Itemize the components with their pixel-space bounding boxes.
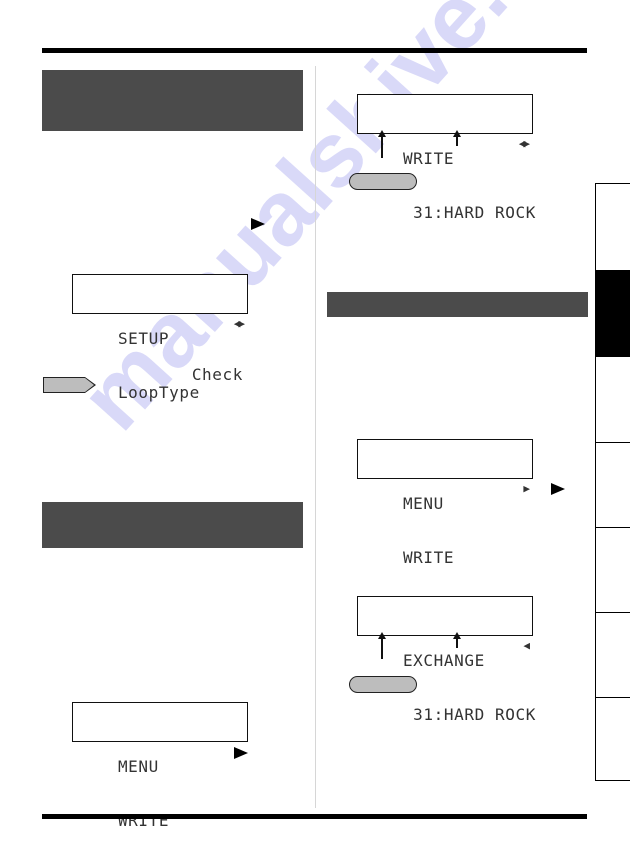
bottom-rule (42, 814, 587, 819)
lcd-write-display: WRITE ◀▶ 31:HARD ROCK (357, 94, 535, 222)
lcd-left-right-indicator-icon: ◀▶ (233, 317, 245, 330)
lcd-setup-line2-param: LoopType (117, 383, 200, 402)
lcd-menu-display-right: MENU ▶ WRITE (357, 439, 533, 567)
lcd-right-indicator-icon: ▶ (523, 482, 529, 495)
side-tab-2-active[interactable] (596, 270, 630, 357)
lcd-left-right-indicator-icon: ◀▶ (518, 137, 530, 150)
lcd-menu-line2: WRITE (402, 548, 455, 567)
arrow-up-icon (378, 130, 386, 158)
section-header-3 (327, 292, 588, 317)
note-pill (349, 676, 417, 693)
lcd-write-line1: WRITE (402, 149, 455, 168)
section-header-2 (42, 502, 303, 548)
side-index-tabs (595, 183, 630, 781)
lcd-menu-line1: MENU (117, 757, 159, 776)
side-tab-7[interactable] (596, 697, 630, 781)
section-header-1 (42, 70, 303, 131)
lcd-setup-line1: SETUP (117, 329, 170, 348)
column-divider (315, 66, 316, 808)
lcd-write-line2: 31:HARD ROCK (402, 203, 536, 222)
note-pill (349, 173, 417, 190)
lcd-exchange-line1: EXCHANGE (402, 651, 485, 670)
cursor-right-button-icon (234, 747, 248, 759)
lcd-exchange-display: EXCHANGE ◀ 31:HARD ROCK (357, 596, 535, 724)
lcd-menu-display-left: MENU ▶ WRITE (72, 702, 248, 830)
lcd-setup-line2-value: Check (191, 365, 243, 384)
arrow-up-icon (453, 632, 461, 648)
lcd-exchange-line2: 31:HARD ROCK (402, 705, 536, 724)
side-tab-1[interactable] (596, 183, 630, 270)
cursor-right-button-icon (251, 218, 265, 230)
side-tab-4[interactable] (596, 442, 630, 528)
arrow-up-icon (378, 632, 386, 659)
top-rule (42, 48, 587, 53)
lcd-left-indicator-icon: ◀ (523, 639, 529, 652)
note-tag (43, 377, 96, 393)
side-tab-5[interactable] (596, 527, 630, 613)
cursor-right-button-icon (551, 483, 565, 495)
arrow-up-icon (453, 130, 461, 146)
lcd-menu-line1: MENU (402, 494, 444, 513)
lcd-setup-display: SETUP ◀▶ LoopType Check (72, 274, 248, 402)
side-tab-3[interactable] (596, 356, 630, 443)
side-tab-6[interactable] (596, 612, 630, 698)
